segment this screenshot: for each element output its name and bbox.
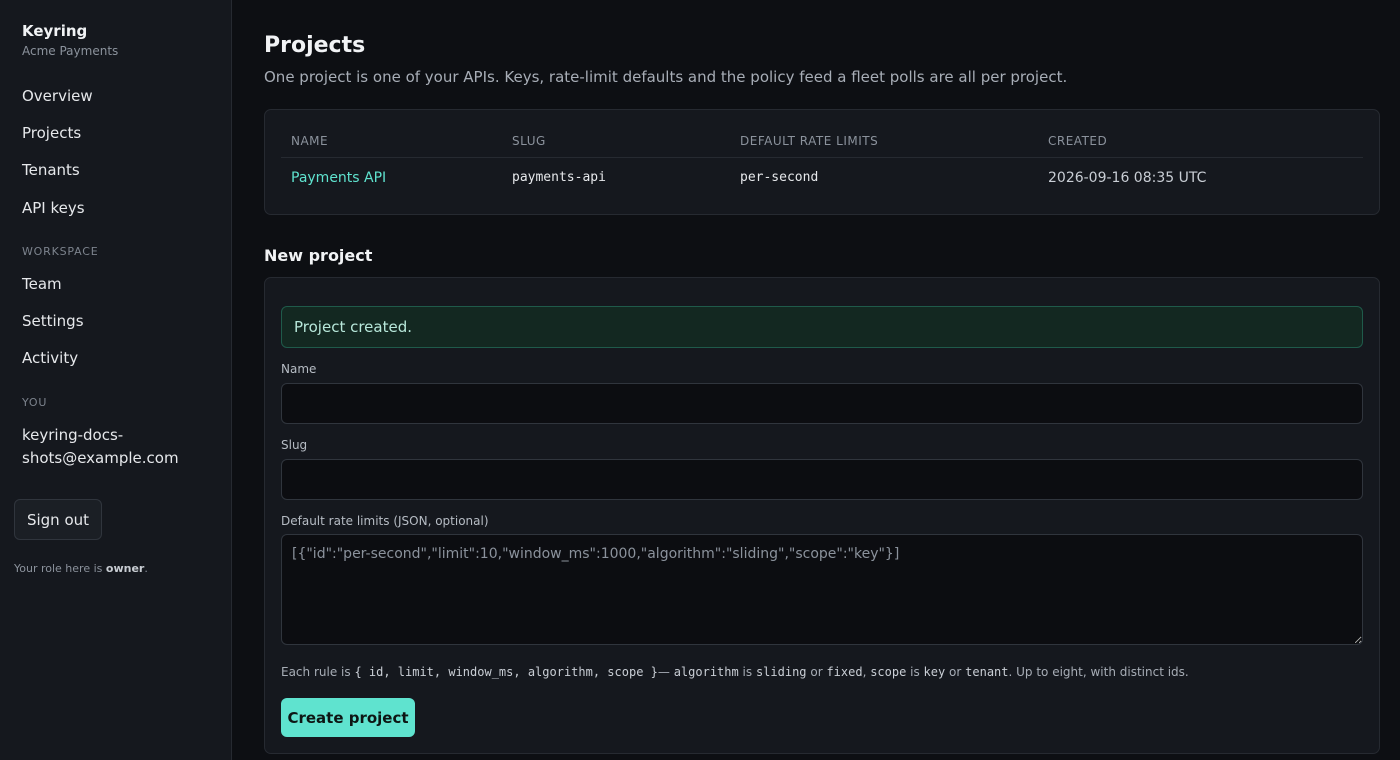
org-name: Acme Payments — [22, 44, 119, 58]
slug-label: Slug — [281, 438, 308, 452]
sidebar-item-projects[interactable]: Projects — [22, 124, 81, 142]
rate-limits-textarea[interactable] — [281, 534, 1363, 645]
projects-table: NAME SLUG DEFAULT RATE LIMITS CREATED Pa… — [264, 109, 1380, 215]
help-text: or — [945, 665, 966, 679]
role-suffix: . — [144, 562, 148, 575]
sidebar-item-api-keys[interactable]: API keys — [22, 199, 85, 217]
user-email: keyring-docs-shots@example.com — [22, 426, 179, 467]
help-text: is — [906, 665, 924, 679]
project-slug: payments-api — [512, 170, 606, 185]
help-text: Each rule is — [281, 665, 355, 679]
column-header-created: CREATED — [1048, 134, 1108, 148]
page-description: One project is one of your APIs. Keys, r… — [264, 68, 1068, 86]
sidebar-item-activity[interactable]: Activity — [22, 349, 78, 367]
column-header-name: NAME — [291, 134, 329, 148]
sign-out-button[interactable]: Sign out — [14, 499, 102, 540]
help-code: algorithm — [673, 665, 739, 679]
help-code: sliding — [755, 665, 807, 679]
page-title: Projects — [264, 33, 366, 58]
name-label: Name — [281, 362, 317, 376]
sidebar-item-tenants[interactable]: Tenants — [22, 161, 80, 179]
help-text: — — [657, 665, 674, 679]
slug-input[interactable] — [281, 459, 1363, 500]
help-text: or — [806, 665, 827, 679]
help-code: scope — [870, 665, 907, 679]
help-code: tenant — [965, 665, 1009, 679]
sidebar-item-settings[interactable]: Settings — [22, 312, 84, 330]
new-project-title: New project — [264, 246, 373, 265]
success-alert: Project created. — [281, 306, 1363, 348]
new-project-form: Project created. Name Slug Default rate … — [264, 277, 1380, 754]
name-input[interactable] — [281, 383, 1363, 424]
rate-limits-label: Default rate limits (JSON, optional) — [281, 514, 489, 528]
column-header-slug: SLUG — [512, 134, 546, 148]
workspace-heading: WORKSPACE — [22, 245, 99, 258]
help-code: key — [923, 665, 946, 679]
success-alert-text: Project created. — [294, 318, 412, 336]
brand-title: Keyring — [22, 22, 88, 40]
help-code: { id, limit, window_ms, algorithm, scope… — [354, 665, 658, 679]
help-text: is — [738, 665, 756, 679]
table-header-divider — [281, 157, 1363, 158]
role-line: Your role here is owner. — [14, 562, 148, 575]
sidebar: Keyring Acme Payments Overview Projects … — [0, 0, 232, 760]
rate-limits-help: Each rule is { id, limit, window_ms, alg… — [281, 665, 1189, 679]
sidebar-item-overview[interactable]: Overview — [22, 87, 93, 105]
column-header-rate-limits: DEFAULT RATE LIMITS — [740, 134, 879, 148]
role-value: owner — [105, 562, 145, 575]
project-name-link[interactable]: Payments API — [291, 170, 386, 186]
create-project-button[interactable]: Create project — [281, 698, 415, 737]
you-heading: YOU — [22, 396, 48, 409]
project-rate-limits: per-second — [740, 170, 819, 185]
project-created: 2026-09-16 08:35 UTC — [1048, 170, 1207, 186]
help-text: . Up to eight, with distinct ids. — [1008, 665, 1189, 679]
role-prefix: Your role here is — [14, 562, 103, 575]
sidebar-item-team[interactable]: Team — [22, 275, 62, 293]
help-code: fixed — [826, 665, 863, 679]
